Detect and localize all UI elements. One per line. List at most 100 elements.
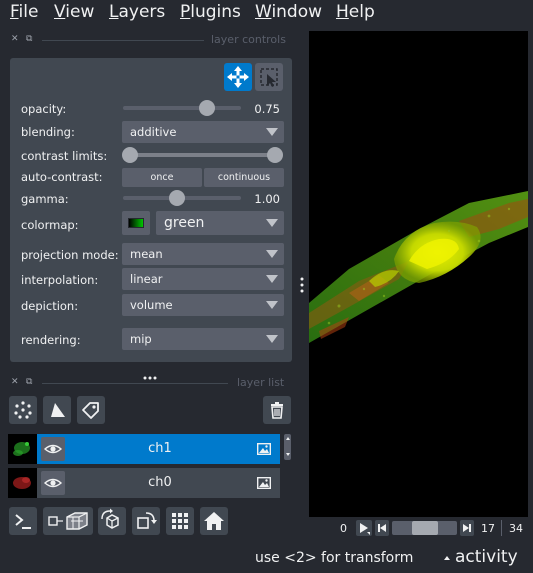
opacity-slider[interactable]: [123, 106, 241, 110]
pan-zoom-icon: [227, 66, 249, 88]
auto-contrast-continuous-button[interactable]: continuous: [204, 168, 284, 187]
more-dots-vertical-icon: [300, 277, 304, 293]
layer-list-scrollbar[interactable]: [284, 434, 291, 460]
transpose-dims-button[interactable]: [132, 507, 160, 535]
status-bar: use <2> for transform activity: [0, 541, 533, 573]
layer-name[interactable]: ch1: [68, 441, 252, 456]
depiction-select[interactable]: volume: [122, 294, 284, 316]
step-forward-button[interactable]: [460, 520, 474, 536]
layer-thumbnail: [8, 468, 37, 498]
colormap-swatch: [128, 218, 144, 228]
eye-icon: [43, 444, 63, 454]
layer-controls-title: layer controls: [211, 33, 286, 46]
grid-icon: [172, 513, 188, 529]
chevron-down-icon: [266, 250, 278, 258]
blending-label: blending:: [21, 125, 75, 139]
visibility-toggle[interactable]: [41, 471, 65, 495]
ndisplay-toggle-button[interactable]: [43, 507, 93, 535]
layer-row-ch1[interactable]: ch1: [8, 434, 280, 464]
colormap-swatch-button[interactable]: [122, 211, 150, 235]
close-dock-icon[interactable]: ✕: [11, 377, 19, 387]
reset-view-button[interactable]: [200, 507, 228, 535]
gamma-label: gamma:: [21, 192, 69, 206]
layer-name[interactable]: ch0: [68, 475, 252, 490]
menu-help[interactable]: Help: [336, 2, 375, 22]
activity-button[interactable]: activity: [443, 547, 523, 569]
layer-thumbnail: [8, 434, 37, 464]
chevron-down-icon: [266, 335, 278, 343]
eye-icon: [43, 478, 63, 488]
dims-slider-track[interactable]: [392, 521, 457, 535]
play-icon: [360, 523, 370, 535]
projection-mode-select[interactable]: mean: [122, 243, 284, 265]
menu-plugins[interactable]: Plugins: [180, 2, 241, 22]
dock-divider: [42, 383, 228, 384]
contrast-low-handle[interactable]: [122, 147, 138, 163]
chevron-down-icon: [266, 219, 278, 227]
viewer-canvas[interactable]: [309, 31, 528, 517]
pan-zoom-button[interactable]: [224, 63, 252, 91]
new-labels-layer-button[interactable]: [77, 396, 105, 424]
step-forward-icon: [463, 524, 471, 532]
interpolation-select[interactable]: linear: [122, 268, 284, 290]
dims-total: 34: [509, 522, 523, 535]
chevron-down-icon: [266, 128, 278, 136]
roll-dims-icon: [101, 508, 119, 529]
dims-slider-handle[interactable]: [412, 521, 438, 535]
dims-position[interactable]: 17: [481, 522, 495, 535]
grid-view-button[interactable]: [166, 507, 194, 535]
contrast-high-handle[interactable]: [267, 147, 283, 163]
interpolation-label: interpolation:: [21, 273, 99, 287]
delete-layer-icon: [271, 402, 283, 419]
transform-icon: [260, 68, 278, 87]
menu-file[interactable]: File: [10, 2, 38, 22]
menu-view[interactable]: View: [54, 2, 94, 22]
console-button[interactable]: [9, 507, 37, 535]
delete-layer-button[interactable]: [263, 396, 291, 424]
step-back-button[interactable]: [375, 520, 389, 536]
layer-list-title: layer list: [237, 376, 285, 389]
play-button[interactable]: [356, 520, 372, 536]
image-layer-icon: [257, 477, 271, 489]
transform-button[interactable]: [255, 63, 283, 91]
projection-mode-label: projection mode:: [21, 248, 119, 262]
contrast-limits-label: contrast limits:: [21, 149, 108, 163]
home-icon: [204, 512, 224, 530]
chevron-down-icon: [266, 275, 278, 283]
new-points-icon: [14, 401, 32, 419]
colormap-select[interactable]: green: [156, 211, 284, 235]
menu-bar: File View Layers Plugins Window Help: [0, 0, 533, 26]
opacity-slider-handle[interactable]: [199, 100, 215, 116]
roll-dims-button[interactable]: [98, 507, 126, 535]
menu-layers[interactable]: Layers: [109, 2, 165, 22]
contrast-limits-slider[interactable]: [129, 153, 275, 157]
opacity-value[interactable]: 0.75: [240, 102, 280, 116]
dims-separator: [501, 520, 502, 536]
gamma-value[interactable]: 1.00: [240, 192, 280, 206]
dims-current-value: 0: [340, 522, 347, 535]
new-shapes-icon: [51, 403, 65, 417]
new-shapes-layer-button[interactable]: [43, 396, 71, 424]
blending-select[interactable]: additive: [122, 121, 284, 143]
activity-label: activity: [455, 547, 518, 567]
volume-rendering: [309, 191, 528, 343]
menu-window[interactable]: Window: [255, 2, 322, 22]
main-splitter-handle[interactable]: [299, 276, 305, 294]
colormap-label: colormap:: [21, 218, 79, 232]
chevron-up-icon: [444, 556, 450, 560]
depiction-label: depiction:: [21, 299, 79, 313]
gamma-slider-handle[interactable]: [169, 190, 185, 206]
new-labels-icon: [82, 402, 99, 419]
auto-contrast-once-button[interactable]: once: [122, 168, 202, 187]
image-layer-icon: [257, 443, 271, 455]
new-points-layer-button[interactable]: [9, 396, 37, 424]
dock-splitter-handle[interactable]: [142, 366, 158, 380]
visibility-toggle[interactable]: [41, 437, 65, 461]
layer-row-ch0[interactable]: ch0: [8, 468, 280, 498]
close-dock-icon[interactable]: ✕: [11, 34, 19, 44]
float-dock-icon[interactable]: ⧉: [26, 34, 32, 44]
float-dock-icon[interactable]: ⧉: [26, 377, 32, 387]
rendering-select[interactable]: mip: [122, 328, 284, 350]
rendering-label: rendering:: [21, 333, 81, 347]
chevron-down-icon: [266, 301, 278, 309]
